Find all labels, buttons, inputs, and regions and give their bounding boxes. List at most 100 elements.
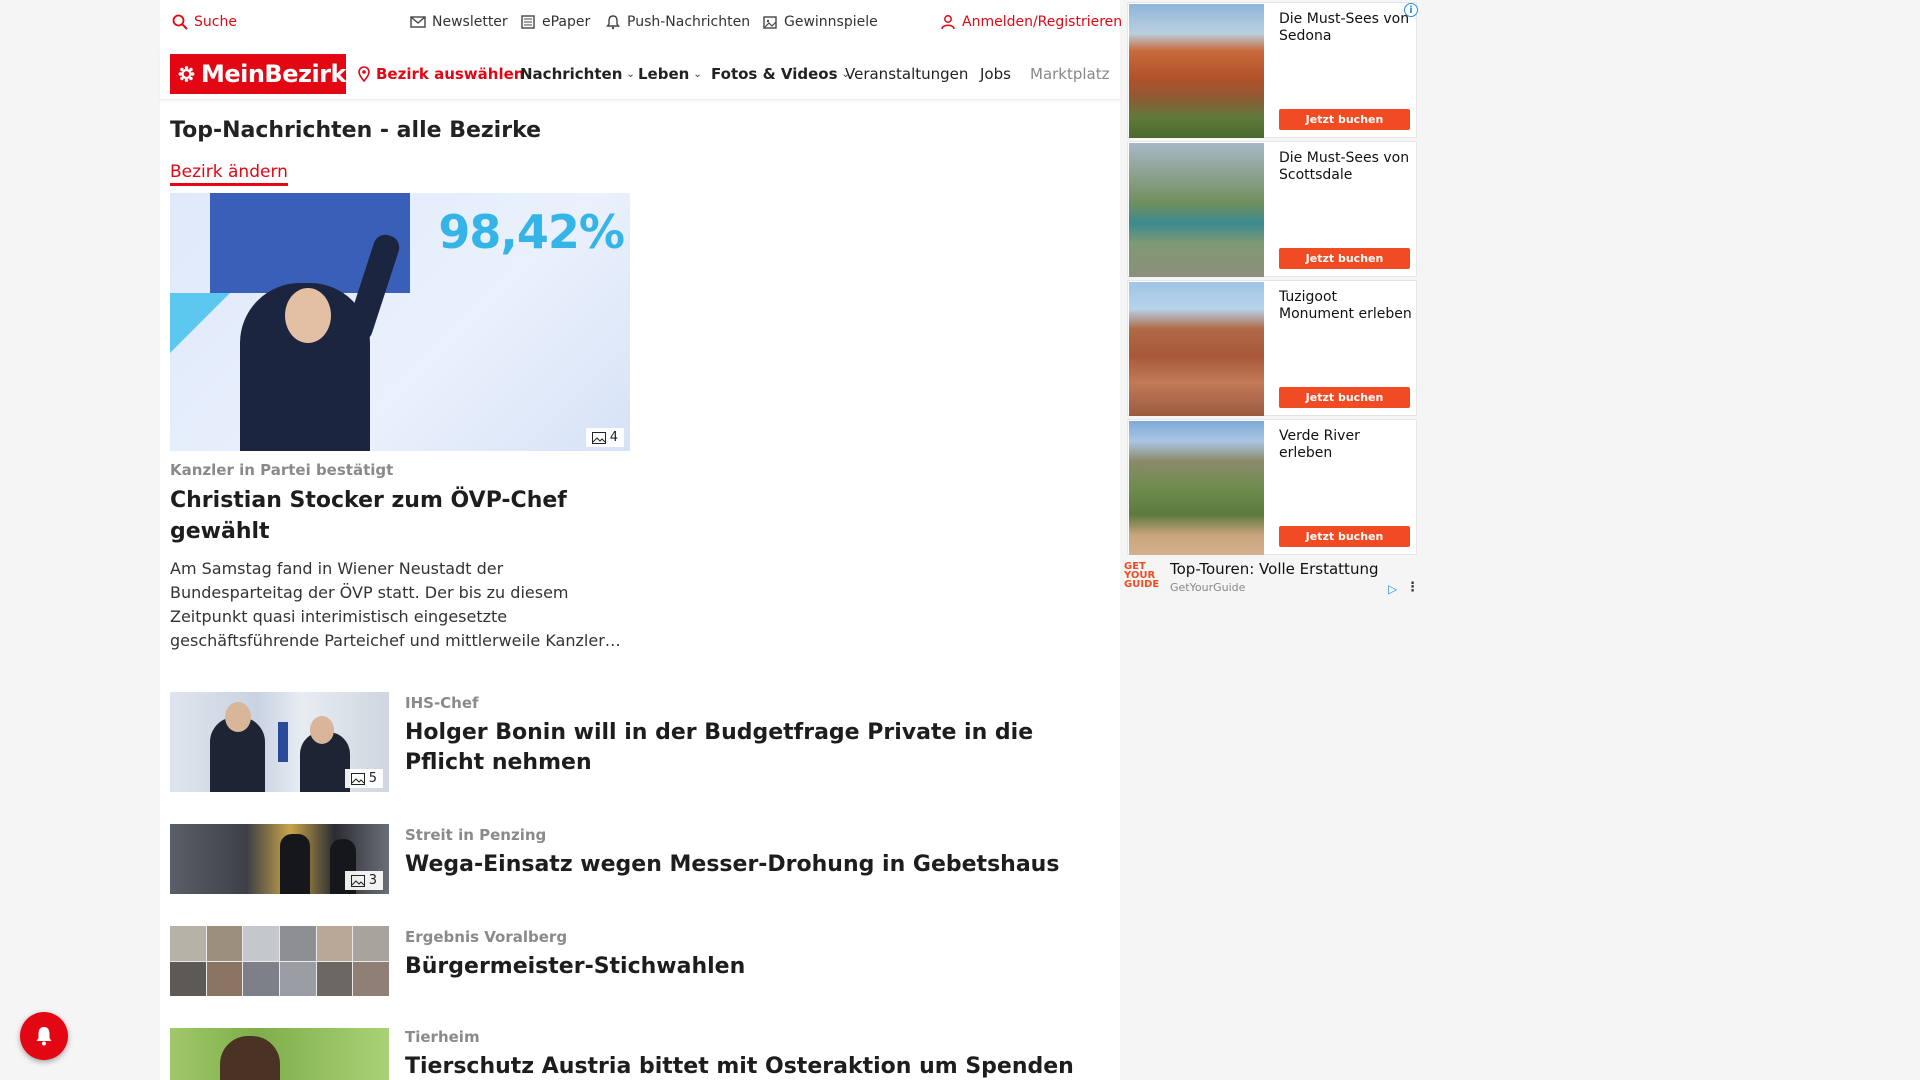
gewinnspiele-link[interactable]: Gewinnspiele [762, 14, 878, 30]
story-item[interactable]: Ergebnis Voralberg Bürgermeister-Stichwa… [170, 926, 1100, 1026]
nav-nachrichten[interactable]: Nachrichten ⌄ [520, 65, 635, 83]
thumb-portrait [206, 961, 243, 996]
newspaper-icon [520, 14, 536, 30]
story-headline[interactable]: Holger Bonin will in der Budgetfrage Pri… [405, 718, 1085, 778]
ad-image [1129, 4, 1264, 138]
getyourguide-logo: GET YOUR GUIDE [1124, 561, 1160, 590]
logo-text: MeinBezirk [200, 60, 347, 88]
gallery-count: 3 [368, 873, 377, 888]
adchoices-icon[interactable]: ▷ [1388, 582, 1397, 596]
thumb-person-head [225, 702, 251, 732]
mail-icon [410, 14, 426, 30]
login-link[interactable]: Anmelden/Registrieren [940, 14, 1122, 30]
nav-leben[interactable]: Leben ⌄ [638, 65, 702, 83]
hero-image[interactable]: 98,42% 4 [170, 193, 630, 451]
chevron-down-icon: ⌄ [626, 68, 635, 80]
thumb-portrait [280, 926, 316, 961]
hero-image-percentage: 98,42% [438, 205, 625, 259]
page-title: Top-Nachrichten - alle Bezirke [170, 118, 542, 143]
thumb-portrait [206, 926, 243, 961]
nav-jobs-label: Jobs [980, 65, 1011, 83]
bezirk-select-label: Bezirk auswählen [376, 65, 525, 83]
newsletter-link[interactable]: Newsletter [410, 14, 508, 30]
thumb-portrait [316, 961, 353, 996]
story-headline[interactable]: Tierschutz Austria bittet mit Osteraktio… [405, 1052, 1085, 1080]
story-kicker: Ergebnis Voralberg [405, 928, 568, 946]
story-thumbnail: 3 [170, 824, 389, 894]
bell-icon [605, 14, 621, 30]
newsletter-label: Newsletter [432, 14, 508, 30]
story-item[interactable]: Tierheim Tierschutz Austria bittet mit O… [170, 1028, 1100, 1080]
nav-veranstaltungen[interactable]: Veranstaltungen [845, 65, 968, 83]
hero-teaser: Am Samstag fand in Wiener Neustadt der B… [170, 559, 621, 650]
meinbezirk-logo[interactable]: MeinBezirk [170, 54, 347, 94]
book-now-button[interactable]: Jetzt buchen [1279, 109, 1410, 130]
nav-marktplatz[interactable]: Marktplatz [1030, 65, 1110, 83]
hero-image-shape [170, 293, 230, 353]
bezirk-select[interactable]: Bezirk auswählen [356, 65, 524, 83]
story-item[interactable]: 3 Streit in Penzing Wega-Einsatz wegen M… [170, 824, 1100, 924]
book-now-button[interactable]: Jetzt buchen [1279, 387, 1410, 408]
ad-footer[interactable]: GET YOUR GUIDE Top-Touren: Volle Erstatt… [1124, 560, 1419, 600]
story-headline[interactable]: Wega-Einsatz wegen Messer-Drohung in Geb… [405, 850, 1085, 880]
gift-icon [762, 14, 778, 30]
book-now-button[interactable]: Jetzt buchen [1279, 248, 1410, 269]
thumb-portrait [353, 926, 389, 961]
push-link[interactable]: Push-Nachrichten [605, 14, 750, 30]
story-kicker: Streit in Penzing [405, 826, 547, 844]
thumb-portrait [170, 926, 206, 961]
thumb-portrait [316, 926, 353, 961]
thumb-portrait [243, 961, 279, 996]
book-now-button[interactable]: Jetzt buchen [1279, 526, 1410, 547]
user-icon [940, 14, 956, 30]
ad-image [1129, 143, 1264, 277]
story-thumbnail: 5 [170, 692, 389, 792]
bell-icon [36, 1027, 52, 1046]
top-utility-bar: Suche Newsletter ePaper Push-Nachrichten… [160, 0, 1122, 48]
search-icon [172, 14, 188, 30]
ad-card[interactable]: Die Must-Sees von Scottsdale Jetzt buche… [1127, 141, 1417, 277]
nav-marktplatz-label: Marktplatz [1030, 65, 1110, 83]
ad-footer-source: GetYourGuide [1170, 581, 1246, 594]
gallery-count-badge: 5 [344, 769, 383, 788]
search-label: Suche [194, 14, 237, 30]
hero-headline[interactable]: Christian Stocker zum ÖVP-Chef gewählt [170, 485, 610, 547]
gallery-icon [350, 874, 365, 887]
epaper-link[interactable]: ePaper [520, 14, 590, 30]
notification-bell-button[interactable] [20, 1012, 68, 1060]
login-label: Anmelden/Registrieren [962, 14, 1123, 30]
ad-card[interactable]: Verde River erleben Jetzt buchen [1127, 419, 1417, 555]
story-kicker: IHS-Chef [405, 694, 479, 712]
main-column: Suche Newsletter ePaper Push-Nachrichten… [160, 0, 1122, 1080]
ad-image [1129, 421, 1264, 555]
nav-jobs[interactable]: Jobs [980, 65, 1011, 83]
ad-footer-title[interactable]: Top-Touren: Volle Erstattung [1170, 560, 1378, 578]
nav-fotos-videos-label: Fotos & Videos [711, 65, 838, 83]
change-bezirk-link[interactable]: Bezirk ändern [170, 162, 288, 186]
thumb-portrait [353, 961, 389, 996]
story-headline[interactable]: Bürgermeister-Stichwahlen [405, 952, 1085, 982]
ad-info-icon[interactable]: i [1404, 3, 1418, 17]
chevron-down-icon: ⌄ [693, 68, 702, 80]
logo-burst-icon [178, 66, 195, 82]
ad-card[interactable]: Tuzigoot Monument erleben Jetzt buchen [1127, 280, 1417, 416]
gallery-count: 4 [609, 430, 618, 445]
ad-title: Tuzigoot Monument erleben [1279, 289, 1412, 322]
gewinnspiele-label: Gewinnspiele [784, 14, 878, 30]
story-item[interactable]: 5 IHS-Chef Holger Bonin will in der Budg… [170, 692, 1100, 792]
nav-fotos-videos[interactable]: Fotos & Videos ⌄ [711, 65, 850, 83]
ad-image [1129, 282, 1264, 416]
thumb-portrait [243, 926, 279, 961]
main-navigation: MeinBezirk Bezirk auswählen Nachrichten … [160, 50, 1120, 100]
search-link[interactable]: Suche [172, 14, 237, 30]
ad-title: Verde River erleben [1279, 428, 1360, 461]
location-pin-icon [356, 66, 372, 82]
gallery-icon [591, 431, 606, 444]
more-options-icon[interactable]: ⋮ [1406, 580, 1419, 595]
gallery-count-badge: 3 [344, 871, 383, 890]
ad-card[interactable]: Die Must-Sees von Sedona Jetzt buchen i [1127, 2, 1418, 138]
thumb-flag-shape [278, 722, 288, 762]
gallery-count: 5 [368, 771, 377, 786]
ad-title: Die Must-Sees von Sedona [1279, 11, 1410, 44]
epaper-label: ePaper [542, 14, 591, 30]
